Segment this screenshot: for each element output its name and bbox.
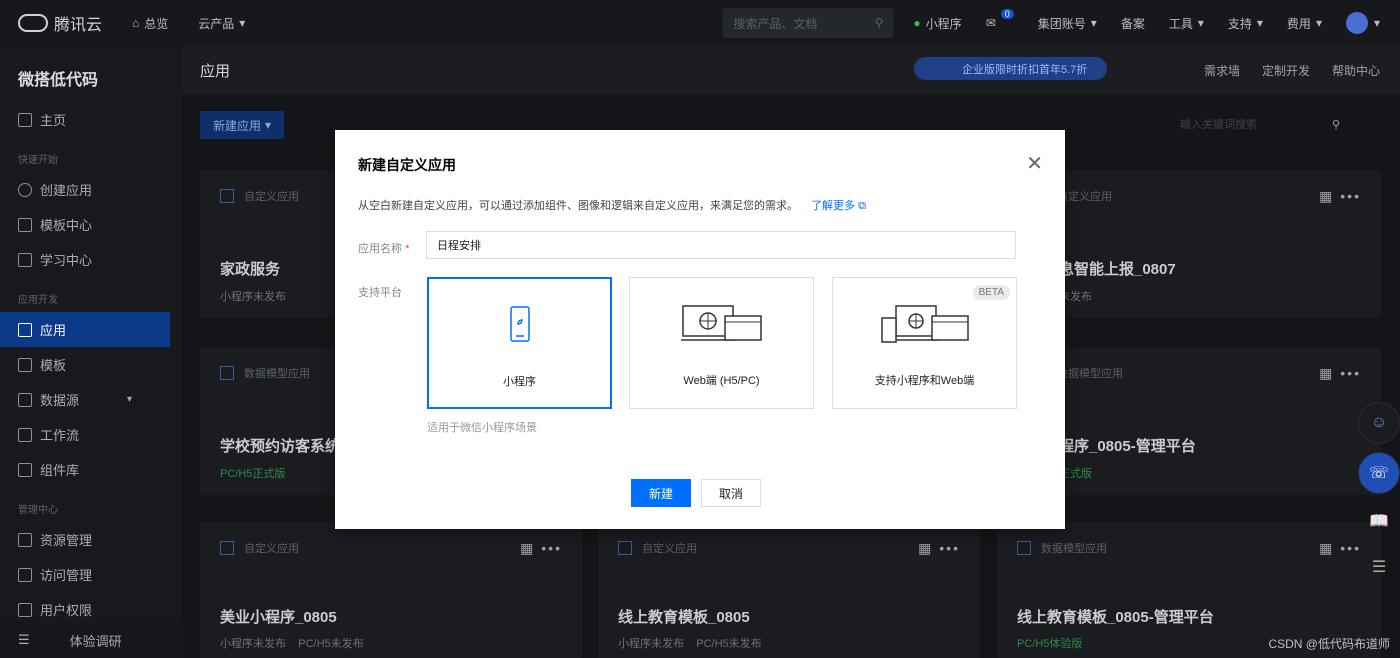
phone-icon bbox=[429, 305, 610, 345]
app-name-label: 应用名称 * bbox=[358, 240, 409, 256]
dialog-title: 新建自定义应用 bbox=[358, 157, 456, 173]
app-name-label-text: 应用名称 bbox=[358, 243, 402, 255]
app-name-input[interactable] bbox=[426, 231, 1016, 259]
close-icon[interactable]: ✕ bbox=[1026, 154, 1043, 174]
platform-label-text: 小程序 bbox=[503, 376, 536, 388]
learn-more-label: 了解更多 bbox=[811, 200, 856, 212]
web-browser-icon bbox=[630, 304, 813, 344]
platform-option-mini-program[interactable]: 小程序 bbox=[427, 277, 612, 409]
required-mark: * bbox=[405, 243, 410, 255]
dialog-desc-text: 从空白新建自定义应用，可以通过添加组件、图像和逻辑来自定义应用，来满足您的需求。 bbox=[358, 200, 798, 212]
beta-badge: BETA bbox=[972, 285, 1010, 300]
platform-hint: 适用于微信小程序场景 bbox=[427, 422, 537, 434]
platform-label-text: 支持小程序和Web端 bbox=[874, 375, 975, 387]
new-app-dialog: 新建自定义应用 ✕ 从空白新建自定义应用，可以通过添加组件、图像和逻辑来自定义应… bbox=[335, 130, 1065, 529]
cancel-button[interactable]: 取消 bbox=[701, 479, 761, 507]
external-link-icon: ⧉ bbox=[858, 200, 866, 212]
platform-option-both[interactable]: BETA 支持小程序和Web端 bbox=[832, 277, 1017, 409]
watermark: CSDN @低代码布道师 bbox=[1268, 637, 1390, 651]
dialog-description: 从空白新建自定义应用，可以通过添加组件、图像和逻辑来自定义应用，来满足您的需求。… bbox=[358, 197, 866, 213]
learn-more-link[interactable]: 了解更多 ⧉ bbox=[811, 200, 866, 212]
create-button[interactable]: 新建 bbox=[631, 479, 691, 507]
platform-label: 支持平台 bbox=[358, 287, 402, 299]
platform-option-web[interactable]: Web端 (H5/PC) bbox=[629, 277, 814, 409]
platform-label-text: Web端 (H5/PC) bbox=[683, 375, 760, 387]
multi-device-icon bbox=[833, 304, 1016, 344]
